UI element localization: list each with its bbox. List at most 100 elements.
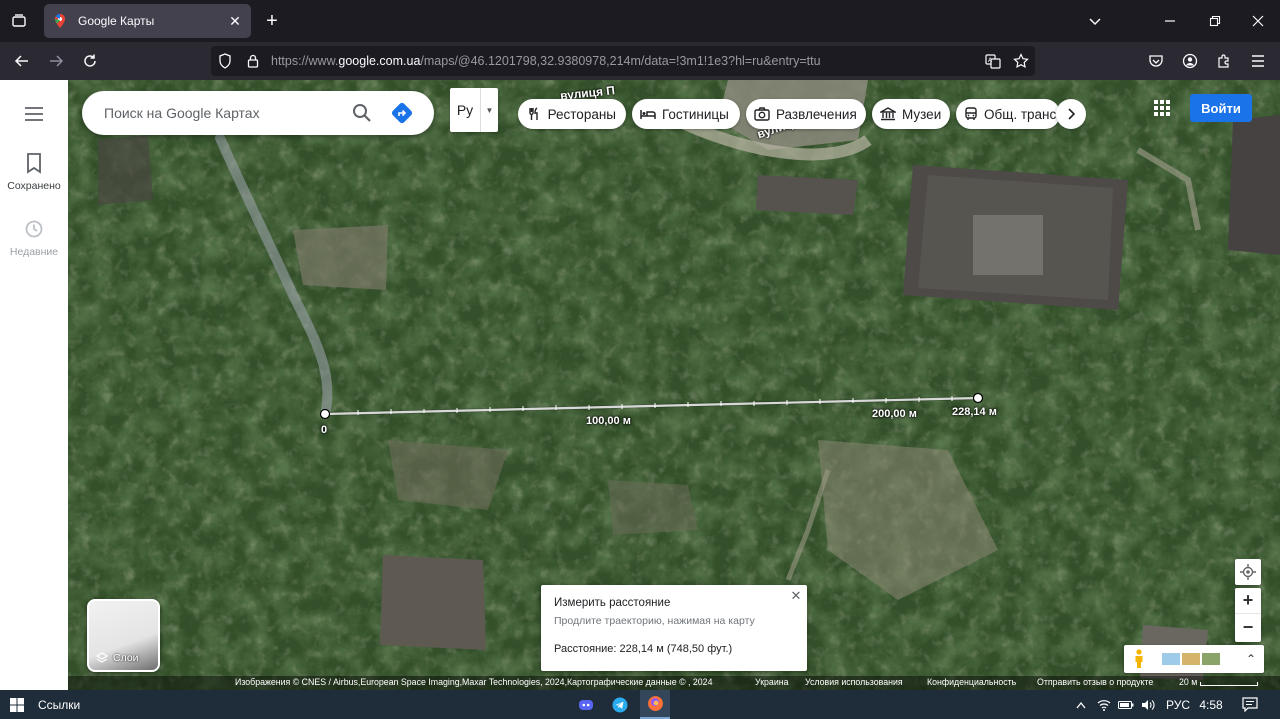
- minimize-window-icon[interactable]: [1157, 8, 1183, 34]
- zoom-controls: + −: [1235, 588, 1261, 642]
- links-toolbar[interactable]: Ссылки: [38, 690, 80, 719]
- main-menu-icon[interactable]: [20, 102, 48, 126]
- thumb-map[interactable]: [1162, 653, 1180, 665]
- maps-sidebar: Сохранено Недавние: [0, 80, 68, 690]
- zoom-in-button[interactable]: +: [1235, 588, 1261, 614]
- measure-total-label: 228,14 м: [952, 406, 997, 418]
- street-view-strip: ⌃: [1124, 645, 1264, 673]
- thumb-terrain[interactable]: [1182, 653, 1200, 665]
- sidebar-item-label: Сохранено: [7, 180, 61, 192]
- url-path: /maps/@46.1201798,32.9380978,214m/data=!…: [420, 54, 821, 68]
- search-input[interactable]: [104, 105, 342, 121]
- measure-card-hint: Продлите траекторию, нажимая на карту: [554, 615, 755, 627]
- sidebar-item-recent[interactable]: Недавние: [0, 218, 68, 258]
- feedback-link[interactable]: Отправить отзыв о продукте: [1037, 677, 1153, 687]
- url-text[interactable]: https://www.google.com.ua/maps/@46.12017…: [267, 54, 979, 68]
- measure-end-point[interactable]: [972, 392, 984, 404]
- lock-icon[interactable]: [239, 46, 267, 76]
- browser-nav-bar: https://www.google.com.ua/maps/@46.12017…: [0, 42, 1280, 80]
- chip-label: Рестораны: [547, 106, 616, 122]
- chip-museums[interactable]: Музеи: [872, 99, 950, 129]
- volume-icon[interactable]: [1138, 690, 1158, 719]
- caret-down-icon: ▼: [480, 88, 498, 132]
- directions-icon[interactable]: [382, 93, 422, 133]
- browser-tab-bar: Google Карты ✕ +: [0, 0, 1280, 42]
- map-type-thumbnails[interactable]: [1162, 653, 1220, 665]
- notifications-icon[interactable]: [1238, 690, 1262, 719]
- chips-scroll-right-icon[interactable]: [1056, 99, 1086, 129]
- expand-up-icon[interactable]: ⌃: [1238, 652, 1264, 666]
- chip-label: Развлечения: [776, 106, 857, 122]
- chip-public-transport[interactable]: Общ. транспорт: [956, 99, 1060, 129]
- windows-start-icon[interactable]: [6, 690, 28, 719]
- bus-icon: [964, 106, 978, 122]
- my-location-icon[interactable]: [1235, 559, 1261, 585]
- sidebar-item-saved[interactable]: Сохранено: [0, 152, 68, 192]
- satellite-map[interactable]: 0 100,00 м 200,00 м 228,14 м вулиця П ву…: [68, 80, 1280, 690]
- scale-label[interactable]: 20 м: [1179, 677, 1197, 687]
- scale-bar: [1200, 682, 1258, 686]
- language-select[interactable]: Ру ▼: [450, 88, 498, 132]
- extensions-puzzle-icon[interactable]: [1210, 47, 1238, 75]
- measure-card-distance: Расстояние: 228,14 м (748,50 фут.): [554, 643, 733, 655]
- new-tab-button[interactable]: +: [260, 8, 284, 34]
- login-button[interactable]: Войти: [1190, 94, 1252, 122]
- privacy-link[interactable]: Конфиденциальность: [927, 677, 1016, 687]
- museum-icon: [880, 106, 896, 122]
- bookmark-icon: [27, 153, 41, 174]
- input-language-indicator[interactable]: РУС: [1164, 690, 1192, 719]
- close-tab-icon[interactable]: ✕: [227, 13, 243, 29]
- google-apps-grid-icon[interactable]: [1150, 96, 1174, 120]
- close-window-icon[interactable]: [1245, 8, 1271, 34]
- url-prefix: https://www.: [271, 54, 339, 68]
- zoom-out-button[interactable]: −: [1235, 614, 1261, 640]
- search-icon[interactable]: [342, 93, 382, 133]
- tab-list-icon[interactable]: [6, 8, 32, 34]
- pegman-icon[interactable]: [1124, 645, 1154, 673]
- chip-restaurants[interactable]: Рестораны: [518, 99, 626, 129]
- wifi-icon[interactable]: [1094, 690, 1114, 719]
- windows-taskbar: Ссылки РУС 4:58: [0, 690, 1280, 719]
- hamburger-menu-icon[interactable]: [1244, 47, 1272, 75]
- back-arrow-icon[interactable]: [8, 47, 36, 75]
- measure-200m-label: 200,00 м: [872, 408, 917, 420]
- measure-start-point[interactable]: [319, 408, 331, 420]
- discord-icon[interactable]: [572, 690, 600, 719]
- camera-icon: [754, 106, 770, 122]
- thumb-satellite[interactable]: [1202, 653, 1220, 665]
- firefox-icon[interactable]: [640, 690, 670, 719]
- attribution-bar: Изображения © CNES / Airbus,European Spa…: [68, 676, 1280, 690]
- list-all-tabs-chevron-icon[interactable]: [1082, 8, 1108, 34]
- url-bar[interactable]: https://www.google.com.ua/maps/@46.12017…: [211, 46, 1035, 76]
- show-hidden-icons-chevron-icon[interactable]: [1072, 690, 1090, 719]
- forward-arrow-icon[interactable]: [42, 47, 70, 75]
- chip-label: Музеи: [902, 106, 942, 122]
- imagery-attribution: Изображения © CNES / Airbus,European Spa…: [235, 677, 713, 687]
- history-icon: [25, 220, 43, 238]
- pocket-icon[interactable]: [1142, 47, 1170, 75]
- measure-100m-label: 100,00 м: [586, 415, 631, 427]
- measure-card-title: Измерить расстояние: [554, 597, 671, 609]
- layers-button[interactable]: Слои: [87, 599, 160, 672]
- browser-tab-google-maps[interactable]: Google Карты ✕: [44, 4, 251, 38]
- chip-hotels[interactable]: Гостиницы: [632, 99, 740, 129]
- chip-entertainment[interactable]: Развлечения: [746, 99, 866, 129]
- translate-icon[interactable]: A: [979, 46, 1007, 76]
- layers-label: Слои: [113, 652, 139, 664]
- search-box: [82, 91, 434, 135]
- telegram-icon[interactable]: [606, 690, 634, 719]
- account-icon[interactable]: [1176, 47, 1204, 75]
- close-icon[interactable]: ✕: [789, 588, 803, 603]
- restore-window-icon[interactable]: [1202, 8, 1228, 34]
- battery-icon[interactable]: [1116, 690, 1136, 719]
- language-label: Ру: [456, 102, 474, 118]
- reload-icon[interactable]: [76, 47, 104, 75]
- tab-title: Google Карты: [78, 14, 155, 28]
- chip-label: Общ. транспорт: [984, 106, 1060, 122]
- clock-time[interactable]: 4:58: [1198, 690, 1224, 719]
- country-link[interactable]: Украина: [755, 677, 789, 687]
- tracking-protection-shield-icon[interactable]: [211, 46, 239, 76]
- bookmark-star-icon[interactable]: [1007, 46, 1035, 76]
- terms-link[interactable]: Условия использования: [805, 677, 903, 687]
- sidebar-item-label: Недавние: [9, 246, 59, 258]
